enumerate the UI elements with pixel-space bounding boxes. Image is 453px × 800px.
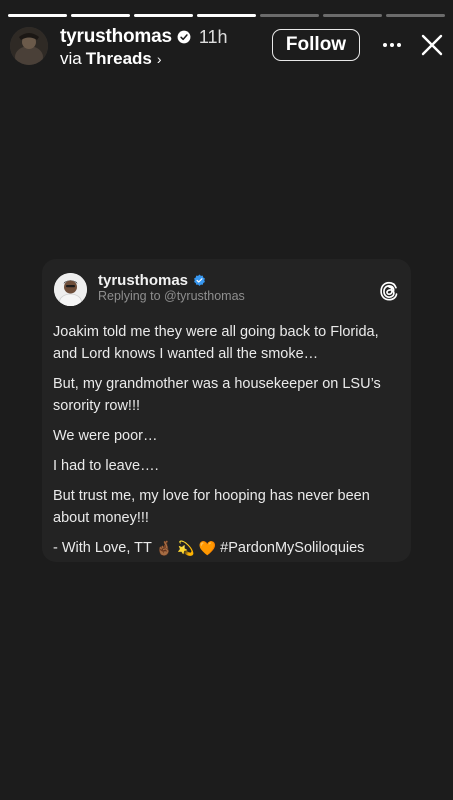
progress-segment-fill	[134, 14, 193, 17]
via-app-name: Threads	[85, 49, 152, 68]
story-progress-bar	[8, 14, 445, 17]
post-body: Joakim told me they were all going back …	[53, 321, 399, 567]
chevron-right-icon: ›	[156, 51, 162, 67]
verified-badge-icon	[177, 30, 191, 44]
post-paragraph: But, my grandmother was a housekeeper on…	[53, 376, 381, 414]
avatar[interactable]	[10, 27, 48, 65]
post-username[interactable]: tyrusthomas	[98, 272, 188, 289]
avatar-image	[10, 27, 48, 65]
orange-heart-emoji: 🧡	[198, 540, 217, 556]
threads-post-card[interactable]: tyrusthomas Replying to @tyrusthomas Joa…	[42, 259, 411, 562]
progress-segment-fill	[71, 14, 130, 17]
progress-segment	[71, 14, 130, 17]
hashtag-link[interactable]: #PardonMySoliloquies	[220, 537, 364, 559]
progress-segment	[197, 14, 256, 17]
replying-to-label: Replying to @tyrusthomas	[98, 289, 245, 303]
via-prefix: via	[60, 49, 82, 68]
post-paragraph: Joakim told me they were all going back …	[53, 324, 379, 362]
post-avatar	[54, 273, 87, 306]
post-paragraph: I had to leave….	[53, 458, 159, 474]
more-horizontal-icon[interactable]	[381, 34, 403, 56]
follow-button[interactable]: Follow	[272, 29, 360, 61]
post-avatar-image	[54, 273, 87, 306]
progress-segment-fill	[8, 14, 67, 17]
progress-segment	[386, 14, 445, 17]
post-author-row: tyrusthomas	[98, 272, 206, 289]
user-info: tyrusthomas 11h via Threads ›	[60, 26, 228, 69]
close-icon[interactable]	[420, 33, 444, 57]
post-paragraph: But trust me, my love for hooping has ne…	[53, 488, 370, 526]
verified-badge-icon	[194, 274, 205, 286]
post-paragraph: We were poor…	[53, 428, 158, 444]
story-viewer: tyrusthomas 11h via Threads › Follow tyr…	[0, 0, 453, 800]
post-signature-line: - With Love, TT 🤞🏾 💫 🧡 #PardonMySoliloqu…	[53, 537, 399, 559]
progress-segment	[260, 14, 319, 17]
signature-text: - With Love, TT	[53, 540, 152, 556]
via-threads-link[interactable]: via Threads ›	[60, 49, 228, 69]
progress-segment	[323, 14, 382, 17]
story-header: tyrusthomas 11h via Threads › Follow	[10, 26, 444, 69]
threads-logo-icon[interactable]	[378, 280, 400, 302]
story-username[interactable]: tyrusthomas	[60, 26, 172, 48]
crossed-fingers-emoji: 🤞🏾	[155, 540, 174, 556]
progress-segment-fill	[197, 14, 256, 17]
dizzy-emoji: 💫	[177, 540, 195, 556]
progress-segment	[8, 14, 67, 17]
post-time: 11h	[198, 26, 228, 47]
progress-segment	[134, 14, 193, 17]
